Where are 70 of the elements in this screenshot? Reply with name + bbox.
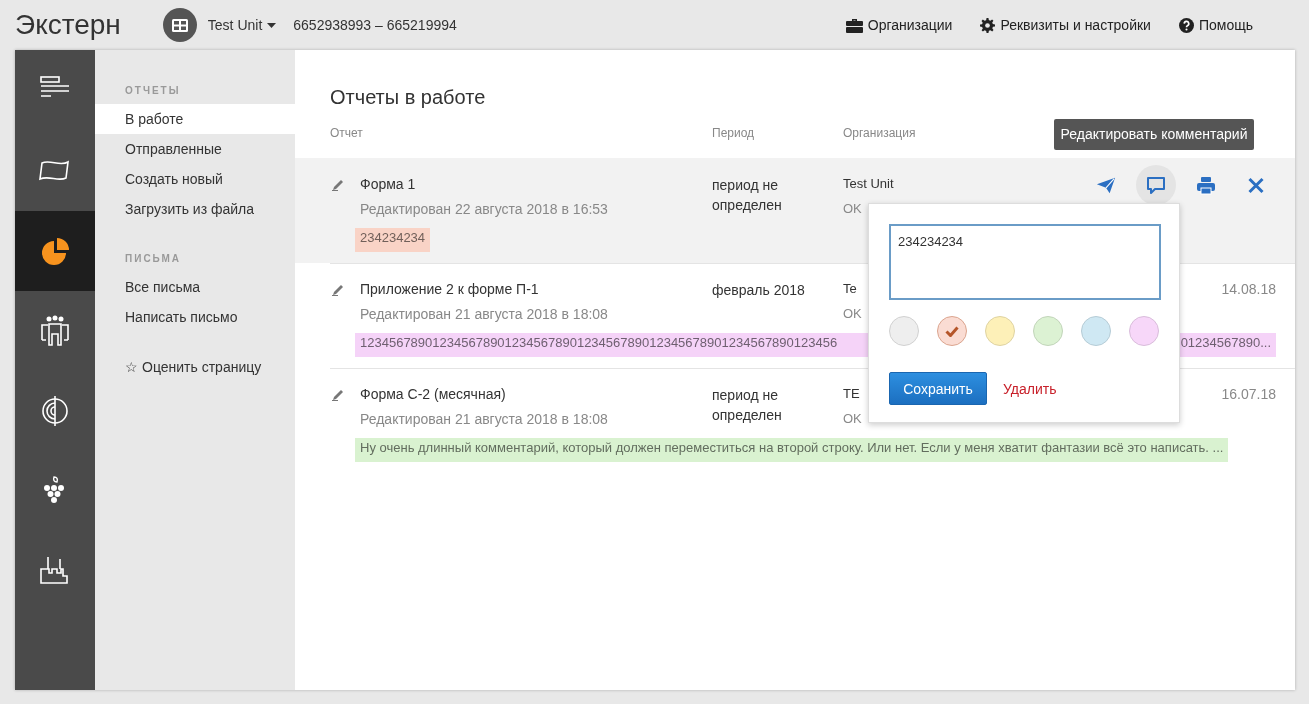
target-icon — [39, 395, 71, 427]
edited-time: Редактирован 21 августа 2018 в 18:08 — [360, 410, 609, 428]
nav-item[interactable]: Создать новый — [95, 164, 295, 194]
organization-name: Te — [843, 280, 857, 298]
column-header: Период — [712, 126, 755, 142]
period-text: февраль 2018 — [712, 281, 806, 300]
edited-time: Редактирован 22 августа 2018 в 16:53 — [360, 200, 609, 218]
save-button[interactable]: Сохранить — [889, 372, 987, 405]
organization-code: OK — [843, 200, 862, 218]
pencil-icon[interactable] — [332, 178, 345, 191]
comment-text: 01234567890... — [1180, 333, 1271, 352]
period-text: период не определен — [712, 176, 783, 215]
column-header: Отчет — [330, 126, 363, 142]
column-header: Организация — [843, 126, 916, 142]
edited-time: Редактирован 21 августа 2018 в 18:08 — [360, 305, 609, 323]
star-icon: ☆ — [125, 359, 138, 375]
report-name[interactable]: Приложение 2 к форме П-1 — [360, 280, 712, 298]
organization-code: OK — [843, 305, 862, 323]
color-swatch[interactable] — [1033, 316, 1063, 346]
pencil-icon[interactable] — [332, 388, 345, 401]
created-date: 14.08.18 — [1221, 280, 1276, 299]
color-swatch[interactable] — [985, 316, 1015, 346]
nav-item[interactable]: В работе — [95, 104, 295, 134]
color-swatch[interactable] — [889, 316, 919, 346]
color-swatch[interactable] — [1129, 316, 1159, 346]
delete-link[interactable]: Удалить — [1003, 380, 1057, 397]
section-heading: ОТЧЕТЫ — [124, 84, 182, 98]
organization-name: Test Unit — [843, 175, 894, 193]
header-link[interactable]: Помощь — [1198, 17, 1253, 33]
section-heading: ПИСЬМА — [124, 252, 183, 266]
close-icon — [1246, 175, 1266, 195]
created-date: 16.07.18 — [1221, 385, 1276, 404]
nav-item[interactable]: Загрузить из файла — [95, 194, 295, 224]
comment-text: Ну очень длинный комментарий, который должен переместиться на второй строку. Или нет. Если у меня хватит фантазии всё это написать. ... — [360, 438, 1224, 457]
comment-text: 234234234 — [360, 228, 426, 247]
help-icon — [1178, 17, 1194, 33]
rate-page-link[interactable]: Оценить страницу — [142, 359, 262, 375]
app-logo: Экстерн — [15, 9, 121, 41]
page-title: Отчеты в работе — [329, 85, 487, 110]
people-icon — [39, 315, 71, 347]
period-text: период не определен — [712, 386, 783, 425]
header-link[interactable]: Реквизиты и настройки — [1000, 17, 1151, 33]
comment-text: 123456789012345678901234567890123456789012345678901234567890123456 — [360, 333, 838, 352]
report-name[interactable]: Форма 1 — [360, 175, 712, 193]
organization-code: OK — [843, 410, 862, 428]
rail-tab[interactable] — [15, 211, 95, 291]
comment-icon — [1146, 175, 1166, 195]
nav-item[interactable]: Написать письмо — [95, 302, 295, 332]
org-selector[interactable]: Test Unit — [207, 17, 277, 33]
color-swatch[interactable] — [937, 316, 967, 346]
send-icon — [1096, 175, 1116, 195]
tooltip: Редактировать комментарий — [1054, 119, 1254, 150]
nav-item[interactable]: Все письма — [95, 272, 295, 302]
inn-kpp: 6652938993 – 665219994 — [293, 17, 457, 33]
print-icon — [1196, 175, 1216, 195]
comment-field[interactable]: 234234234 — [889, 224, 1161, 300]
report-name[interactable]: Форма С-2 (месячная) — [360, 385, 712, 403]
caret-icon — [267, 22, 277, 28]
factory-icon — [39, 555, 71, 587]
comment-button[interactable] — [1136, 165, 1176, 205]
org-switch-icon[interactable] — [162, 8, 197, 42]
organization-name: TE — [843, 385, 860, 403]
check-icon — [945, 325, 959, 337]
pie-chart-icon — [39, 235, 71, 267]
briefcase-icon — [845, 17, 863, 33]
color-swatch[interactable] — [1081, 316, 1111, 346]
settings-icon — [980, 17, 996, 33]
pencil-icon[interactable] — [332, 283, 345, 296]
header-link[interactable]: Организации — [867, 17, 953, 33]
nav-item[interactable]: Отправленные — [95, 134, 295, 164]
